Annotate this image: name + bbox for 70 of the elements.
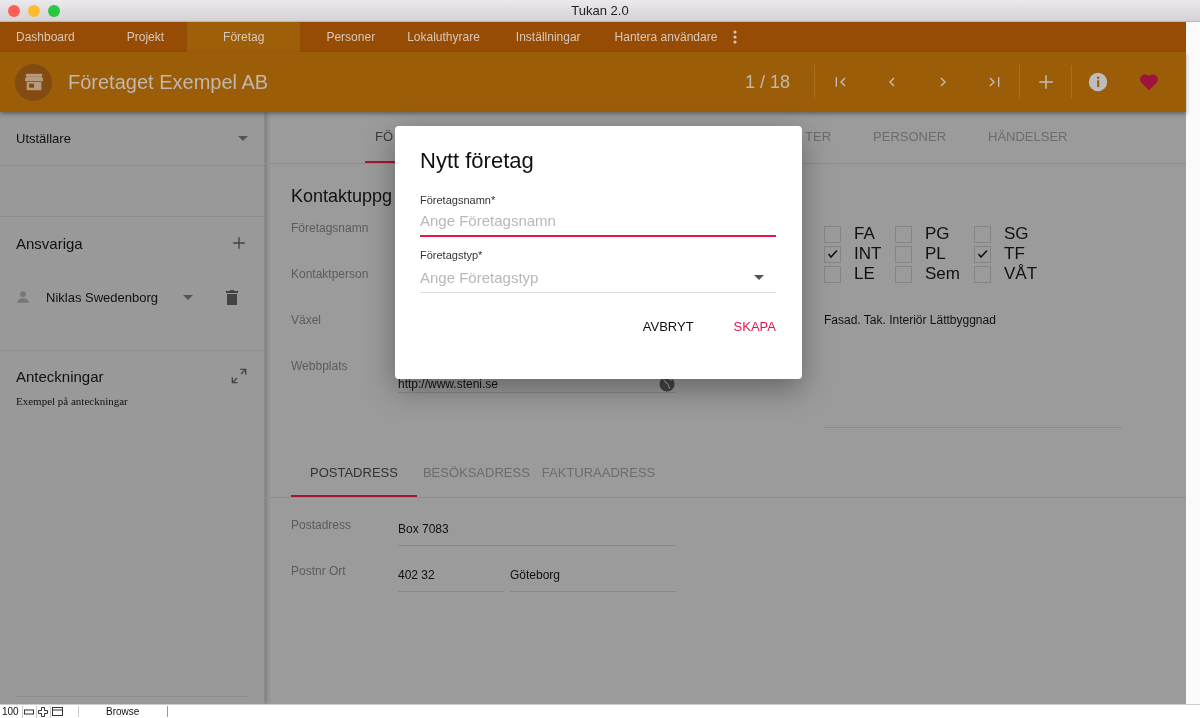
add-person-button[interactable] [230,234,248,252]
category-checkbox[interactable]: PG [895,225,974,243]
layout-button[interactable] [49,705,64,718]
address-tab[interactable]: POSTADRESS [291,450,417,497]
category-checkbox[interactable]: VÅT [974,265,1054,283]
address-field[interactable]: Box 7083 [398,518,676,546]
zoom-in-button[interactable] [35,705,50,718]
minus-icon [24,708,35,715]
field-label: Webbplats [291,359,349,373]
cancel-button[interactable]: AVBRYT [642,319,694,334]
more-icon [733,30,738,44]
section-title: Anteckningar [16,367,105,385]
store-icon [23,73,44,91]
zoom-level: 100 [1,706,20,717]
category-checkbox[interactable]: TF [974,245,1054,263]
expand-icon [231,368,247,384]
window-title: Tukan 2.0 [571,3,629,18]
category-select[interactable]: Utställare [16,131,238,146]
field-label: Företagstyp* [420,249,484,261]
mode-tab[interactable]: Browse [77,706,168,717]
caret-icon [754,275,764,280]
check-icon [976,248,989,260]
plus-icon [38,706,49,717]
nav-tab[interactable]: Inställningar [515,22,581,52]
zoom-button[interactable] [48,5,60,17]
company-title: Företaget Exempel AB [68,70,270,94]
record-counter: 1 / 18 [744,71,790,93]
minimize-button[interactable] [28,5,40,17]
window-icon [51,707,63,716]
nav-tab[interactable]: Hantera användare [614,22,718,52]
field-label: Postadress [291,518,353,534]
nav-tab[interactable]: Lokaluthyrare [407,22,480,52]
section-heading: Kontaktuppg [291,186,393,207]
address-field[interactable]: Göteborg [510,564,676,592]
delete-button[interactable] [225,288,239,306]
caret-icon [183,294,193,300]
category-checkbox[interactable]: SG [974,225,1054,243]
field-label: Postnr Ort [291,564,347,580]
person-icon [16,290,30,304]
check-icon [826,248,839,260]
category-checkbox[interactable]: INT [824,245,895,263]
nav-tab[interactable]: Dashboard [16,22,75,52]
field-label: Växel [291,313,323,327]
category-checkbox[interactable]: PL [895,245,974,263]
field-label: Företagsnamn* [420,194,497,206]
close-button[interactable] [8,5,20,17]
dialog-title: Nytt företag [420,148,535,174]
expand-button[interactable] [230,367,248,385]
nav-tab[interactable]: Projekt [126,22,165,52]
description-text: Fasad. Tak. Interiör Lättbyggnad [824,313,997,327]
zoom-out-button[interactable] [21,705,36,718]
trash-icon [226,289,238,305]
category-checkbox[interactable]: LE [824,265,895,283]
section-title: Ansvariga [16,234,84,252]
info-icon [1087,72,1108,92]
heart-icon [1138,73,1159,91]
notes-text: Exempel på anteckningar [15,395,129,407]
company-name-field[interactable]: Ange Företagsnamn [420,212,776,237]
address-field[interactable]: 402 32 [398,564,504,592]
create-button[interactable]: SKAPA [733,319,776,334]
plus-icon [1036,73,1055,91]
nav-tab[interactable]: Företag [187,22,301,52]
field-label: Kontaktperson [291,267,370,281]
plus-icon [232,236,246,250]
category-checkbox[interactable]: FA [824,225,895,243]
category-checkbox[interactable]: Sem [895,265,974,283]
field-label: Företagsnamn [291,221,370,235]
nav-tab[interactable]: Personer [326,22,376,52]
person-name: Niklas Swedenborg [46,289,159,305]
caret-icon [238,136,248,141]
